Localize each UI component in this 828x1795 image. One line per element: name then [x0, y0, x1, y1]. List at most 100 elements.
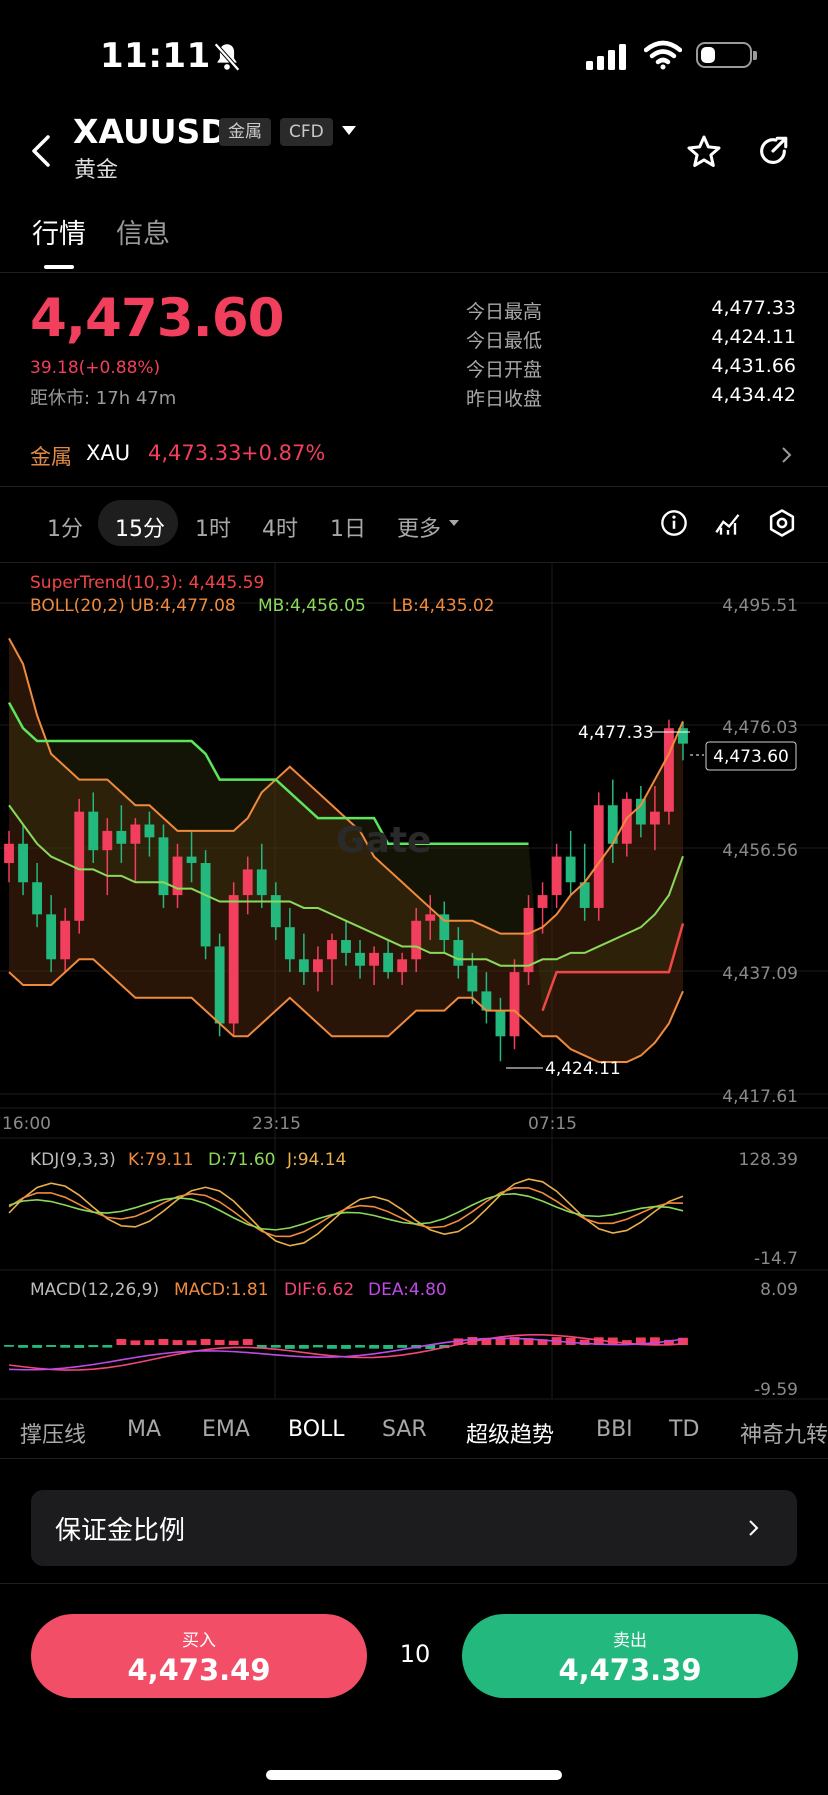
- candle-body: [355, 952, 365, 966]
- macd-bar: [298, 1345, 309, 1349]
- y-tick: 4,437.09: [722, 964, 798, 984]
- candle-body: [228, 895, 239, 1024]
- candle-body: [242, 869, 253, 896]
- kdj-d: D:71.60: [208, 1150, 276, 1170]
- tab-market[interactable]: 行情: [32, 212, 86, 251]
- macd-bar: [270, 1345, 281, 1348]
- timeframe-1d[interactable]: 1日: [330, 511, 366, 543]
- timeframe-1h[interactable]: 1时: [195, 511, 231, 543]
- stat-high-label: 今日最高: [466, 301, 543, 323]
- back-arrow-icon[interactable]: [28, 134, 58, 168]
- divider: [0, 272, 828, 273]
- battery-icon: [696, 42, 757, 68]
- macd-bar: [130, 1340, 141, 1345]
- stat-open-value: 4,431.66: [711, 355, 796, 377]
- x-tick: 23:15: [252, 1114, 301, 1134]
- candle-body: [593, 805, 604, 908]
- candle-body: [635, 798, 646, 825]
- indicator-boll[interactable]: BOLL: [288, 1417, 345, 1442]
- price-chart[interactable]: Gate SuperTrend(10,3): 4,445.59 BOLL(20,…: [0, 563, 828, 1403]
- macd-bar: [102, 1345, 113, 1348]
- stat-high-value: 4,477.33: [711, 297, 796, 319]
- macd-bar: [172, 1340, 183, 1345]
- timeframe-15m[interactable]: 15分: [115, 511, 165, 543]
- macd-dea: DEA:4.80: [368, 1280, 447, 1300]
- macd-bar: [383, 1345, 394, 1349]
- share-icon[interactable]: [756, 134, 790, 168]
- candle-body: [88, 811, 99, 851]
- stat-prevclose-value: 4,434.42: [711, 384, 796, 406]
- status-time: 11:11: [100, 36, 211, 76]
- candle-body: [18, 843, 28, 883]
- info-icon[interactable]: [660, 509, 688, 537]
- divider: [0, 1458, 828, 1459]
- macd-bar: [327, 1345, 337, 1349]
- sell-price: 4,473.39: [558, 1653, 702, 1687]
- last-price: 4,473.60: [30, 288, 285, 349]
- macd-bar: [4, 1345, 14, 1347]
- macd-bar: [341, 1345, 351, 1349]
- timeframe-more[interactable]: 更多: [397, 511, 441, 543]
- buy-button[interactable]: 买入 4,473.49: [31, 1614, 367, 1698]
- timeframe-4h[interactable]: 4时: [262, 511, 298, 543]
- wifi-icon: [644, 40, 682, 70]
- indicator-support[interactable]: 撑压线: [20, 1417, 86, 1449]
- macd-bar: [313, 1345, 323, 1348]
- indicator-supertrend[interactable]: 超级趋势: [466, 1417, 554, 1449]
- related-symbol-row[interactable]: 金属 XAU 4,473.33 +0.87%: [0, 420, 828, 486]
- candle-body: [214, 946, 225, 1024]
- candle-body: [551, 856, 562, 896]
- indicator-bbi[interactable]: BBI: [596, 1417, 633, 1442]
- macd-bar: [369, 1345, 379, 1349]
- macd-ymin: -9.59: [754, 1380, 798, 1400]
- y-tick: 4,476.03: [722, 718, 798, 738]
- candle-body: [200, 863, 211, 947]
- chevron-right-icon: [782, 447, 792, 463]
- candle-body: [523, 907, 534, 973]
- tab-info[interactable]: 信息: [116, 212, 170, 251]
- kdj-ymin: -14.7: [754, 1249, 798, 1269]
- status-bar: 11:11: [0, 0, 828, 110]
- boll-legend: BOLL(20,2) UB:4,477.08: [30, 596, 236, 616]
- sell-button[interactable]: 卖出 4,473.39: [462, 1614, 798, 1698]
- x-tick: 16:00: [2, 1114, 51, 1134]
- indicator-settings-icon[interactable]: [714, 509, 742, 537]
- lot-quantity[interactable]: 10: [380, 1640, 450, 1668]
- candle-body: [116, 830, 127, 844]
- macd-value: MACD:1.81: [174, 1280, 269, 1300]
- settings-icon[interactable]: [767, 508, 797, 538]
- candle-body: [509, 972, 520, 1037]
- bell-muted-icon: [214, 42, 240, 72]
- margin-ratio-card[interactable]: 保证金比例: [31, 1490, 797, 1566]
- timeframe-1m[interactable]: 1分: [47, 511, 83, 543]
- buy-label: 买入: [182, 1631, 216, 1651]
- boll-mb-legend: MB:4,456.05: [258, 596, 366, 616]
- candle-body: [130, 824, 141, 844]
- candle-body: [341, 940, 351, 953]
- symbol-title[interactable]: XAUUSD: [73, 112, 228, 151]
- macd-bar: [186, 1340, 197, 1345]
- indicator-td[interactable]: TD: [669, 1417, 699, 1442]
- related-symbol: XAU: [86, 441, 131, 465]
- tab-indicator: [44, 265, 74, 269]
- indicator-td9[interactable]: 神奇九转: [740, 1417, 828, 1449]
- y-tick: 4,417.61: [722, 1087, 798, 1107]
- candle-body: [537, 895, 548, 908]
- candle-body: [425, 914, 436, 921]
- candle-body: [383, 952, 394, 973]
- candle-body: [74, 811, 85, 921]
- macd-bar: [397, 1345, 408, 1348]
- candle-body: [60, 920, 71, 960]
- related-category: 金属: [30, 445, 72, 469]
- symbol-dropdown-icon[interactable]: [342, 126, 356, 135]
- indicator-ma[interactable]: MA: [127, 1417, 161, 1442]
- close-timer: 距休市: 17h 47m: [30, 388, 177, 409]
- candle-body: [411, 920, 422, 960]
- indicator-sar[interactable]: SAR: [382, 1417, 427, 1442]
- candle-body: [186, 856, 197, 864]
- candle-body: [327, 940, 337, 960]
- indicator-ema[interactable]: EMA: [202, 1417, 250, 1442]
- macd-legend: MACD(12,26,9): [30, 1280, 159, 1300]
- star-icon[interactable]: [686, 134, 722, 170]
- related-price: 4,473.33: [148, 441, 242, 465]
